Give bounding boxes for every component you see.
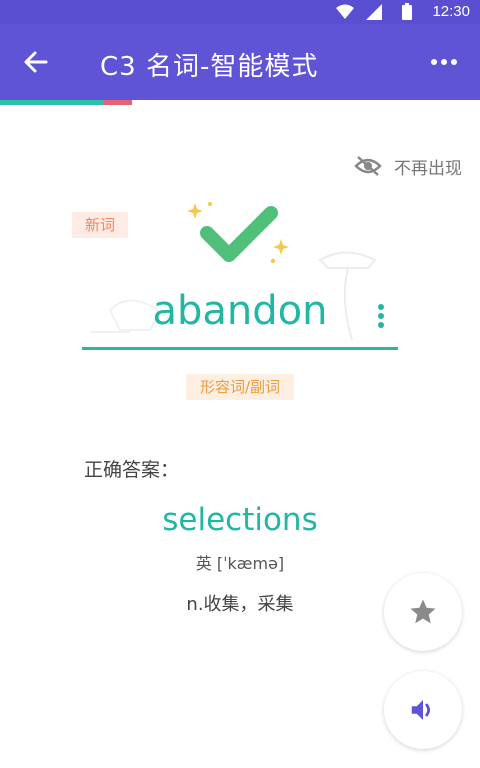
progress-correct xyxy=(0,100,104,105)
part-of-speech-badge: 形容词/副词 xyxy=(186,374,294,400)
word-underline xyxy=(82,347,398,350)
battery-icon xyxy=(402,3,412,20)
answer-definition: n.收集，采集 xyxy=(186,594,294,615)
status-bar: 12:30 xyxy=(0,0,480,24)
answer-phonetic: 英 [ˈkæmə] xyxy=(195,554,285,573)
app-bar: C3 名词-智能模式 xyxy=(0,24,480,100)
hide-word-label: 不再出现 xyxy=(394,158,462,179)
progress-wrong xyxy=(104,100,132,105)
pronounce-button[interactable] xyxy=(384,671,462,749)
wifi-icon xyxy=(336,4,354,19)
vocabulary-word: abandon xyxy=(152,288,328,334)
star-icon xyxy=(410,599,436,624)
new-word-badge: 新词 xyxy=(72,212,128,238)
favorite-button[interactable] xyxy=(384,573,462,651)
back-arrow-icon[interactable] xyxy=(20,46,52,78)
eye-off-icon xyxy=(354,156,382,176)
correct-answer-label: 正确答案： xyxy=(84,459,180,481)
more-options-icon[interactable] xyxy=(430,54,458,70)
word-options-icon[interactable] xyxy=(374,302,388,332)
progress-bar xyxy=(0,100,480,105)
page-title: C3 名词-智能模式 xyxy=(100,52,319,82)
answer-word: selections xyxy=(162,502,318,538)
hide-word-toggle[interactable]: 不再出现 xyxy=(354,152,462,180)
checkmark-icon xyxy=(187,202,289,264)
clock: 12:30 xyxy=(432,3,470,20)
signal-icon xyxy=(366,4,382,20)
speaker-icon xyxy=(411,700,430,720)
